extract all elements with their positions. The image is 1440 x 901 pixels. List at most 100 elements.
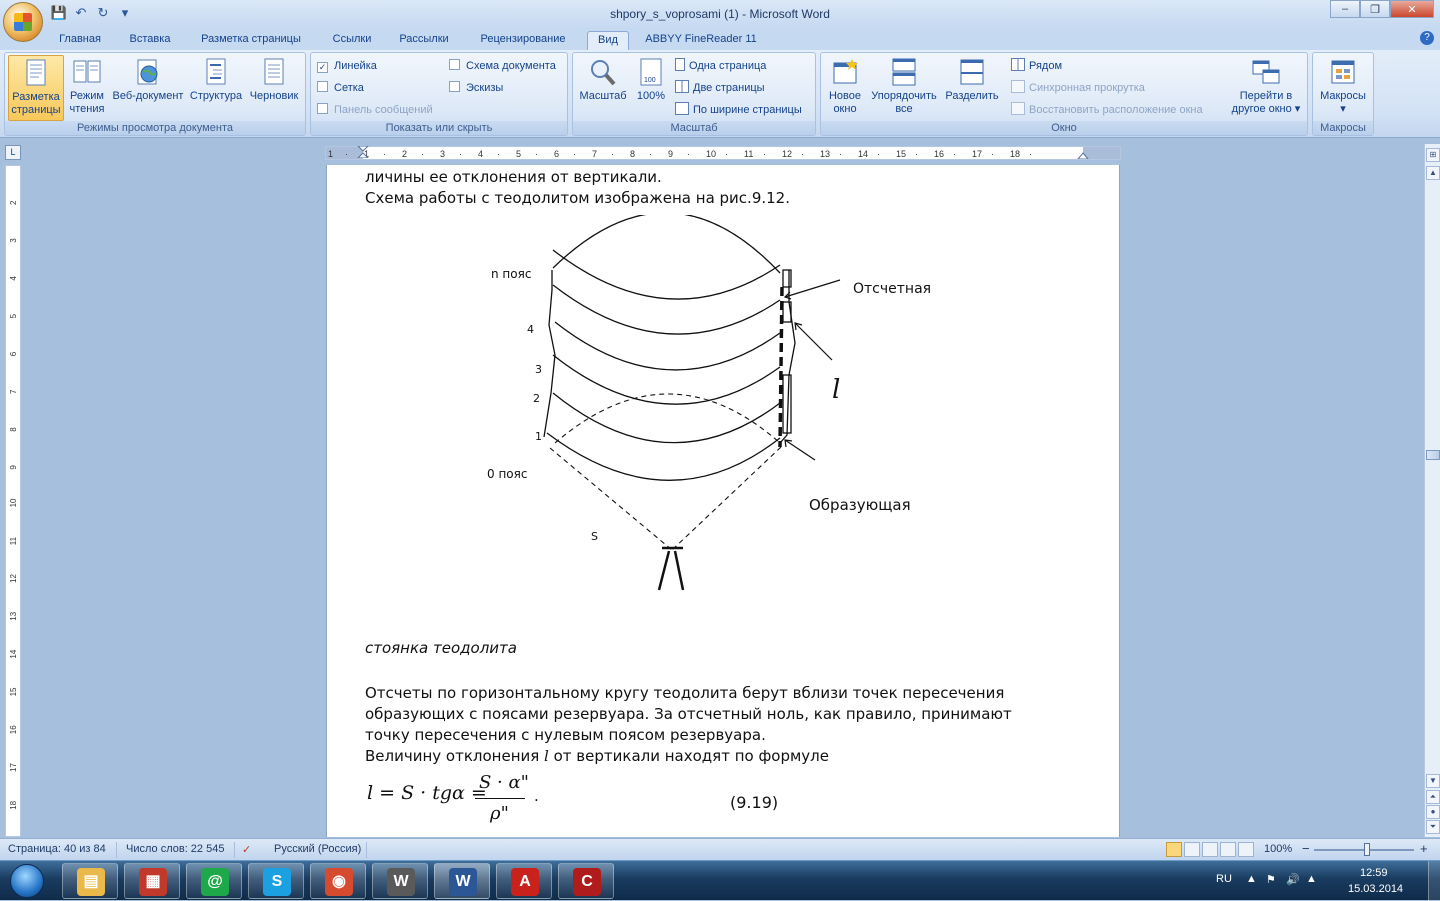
scroll-up-icon[interactable]: ▲ (1426, 166, 1440, 180)
show-desktop-button[interactable] (1428, 861, 1440, 901)
restore-button[interactable]: ❐ (1360, 0, 1390, 18)
ruler-number: · (421, 149, 424, 159)
theodolite-diagram (543, 215, 841, 591)
outline-button[interactable]: Структура (189, 55, 243, 121)
tab-view[interactable]: Вид (587, 31, 629, 50)
new-window-button[interactable]: Новое окно (824, 55, 866, 121)
two-pages-button[interactable]: Две страницы (675, 79, 765, 97)
ruler-number: 9 (668, 149, 673, 159)
previous-page-icon[interactable]: ⏶ (1426, 790, 1440, 804)
taskbar-word-button[interactable]: W (434, 863, 490, 899)
taskbar-acrobat-button[interactable]: A (496, 863, 552, 899)
switch-window-button[interactable]: Перейти в другое окно ▾ (1226, 55, 1306, 121)
skype-icon: S (263, 868, 291, 896)
web-view-icon[interactable] (1202, 842, 1218, 857)
zoom-slider-thumb[interactable] (1364, 843, 1370, 856)
zoom-100-icon: 100 (640, 58, 662, 86)
minimize-button[interactable]: – (1330, 0, 1360, 18)
tab-mailings[interactable]: Рассылки (392, 31, 456, 50)
start-button[interactable] (2, 862, 54, 900)
tab-insert[interactable]: Вставка (122, 31, 178, 50)
zoom-in-icon[interactable]: + (1420, 841, 1428, 856)
reading-mode-button[interactable]: Режим чтения (67, 55, 107, 121)
zoom-out-icon[interactable]: − (1302, 841, 1310, 856)
right-indent-marker-icon[interactable] (1076, 147, 1090, 159)
view-ruler-toggle-icon[interactable]: ⊞ (1426, 148, 1440, 162)
print-layout-view-icon[interactable] (1166, 842, 1182, 857)
draft-view-icon[interactable] (1238, 842, 1254, 857)
page-width-button[interactable]: По ширине страницы (675, 101, 802, 119)
horizontal-ruler[interactable]: 1 · 1 · 2 · 3 · 4 · 5 · 6 · 7 · 8 · 9 · 10 · 11 · 12 · 13 · 14 · 15 · 16… (325, 146, 1121, 160)
vertical-ruler-number: 6 (9, 351, 18, 356)
outline-view-icon[interactable] (1220, 842, 1236, 857)
split-button[interactable]: Разделить (942, 55, 1002, 121)
select-browse-object-icon[interactable]: ● (1426, 805, 1440, 819)
network-icon[interactable]: ▲ (1306, 873, 1317, 885)
sight-line-right (671, 446, 782, 551)
tab-page-layout[interactable]: Разметка страницы (192, 31, 310, 50)
status-word-count[interactable]: Число слов: 22 545 (126, 843, 224, 855)
taskbar-red-app-button[interactable]: C (558, 863, 614, 899)
macros-button[interactable]: Макросы ▾ (1316, 55, 1370, 121)
clock-date[interactable]: 15.03.2014 (1348, 883, 1403, 895)
taskbar-skype-button[interactable]: S (248, 863, 304, 899)
ruler-number: 14 (858, 149, 868, 159)
group-document-views: Разметка страницы Режим чтения Веб-докум… (4, 52, 306, 136)
status-page[interactable]: Страница: 40 из 84 (8, 843, 106, 855)
taskbar-explorer-button[interactable]: ▤ (62, 863, 118, 899)
arrange-all-button[interactable]: Упорядочить все (868, 55, 940, 121)
tab-abbyy[interactable]: ABBYY FineReader 11 (640, 31, 762, 50)
group-macros: Макросы ▾ Макросы (1312, 52, 1374, 136)
group-show-hide: ✓ Линейка Сетка Панель сообщений Схема до… (310, 52, 568, 136)
web-layout-label: Веб-документ (112, 90, 184, 102)
office-button[interactable] (3, 2, 43, 42)
show-hidden-icons-icon[interactable]: ▲ (1246, 873, 1257, 885)
next-page-icon[interactable]: ⏷ (1426, 820, 1440, 834)
clock-time[interactable]: 12:59 (1360, 867, 1388, 879)
volume-icon[interactable]: 🔊 (1286, 873, 1300, 886)
group-label-views: Режимы просмотра документа (5, 121, 305, 135)
vertical-ruler[interactable]: 2 3 4 5 6 7 8 9 10 11 12 13 14 15 16 17 18 (5, 165, 21, 837)
scroll-thumb[interactable] (1426, 450, 1440, 460)
reset-window-position-button: Восстановить расположение окна (1011, 101, 1203, 119)
status-language[interactable]: Русский (Россия) (274, 843, 361, 855)
ruler-checkbox[interactable]: ✓ Линейка (317, 57, 377, 75)
document-page[interactable]: личины ее отклонения от вертикали. Схема… (326, 165, 1120, 837)
zoom-button[interactable]: Масштаб (576, 55, 630, 121)
zoom-level[interactable]: 100% (1264, 843, 1292, 855)
ruler-number: · (459, 149, 462, 159)
vertical-ruler-number: 8 (9, 427, 18, 432)
one-page-button[interactable]: Одна страница (675, 57, 766, 75)
vertical-scrollbar[interactable]: ⊞ ▲ ▼ ⏶ ● ⏷ (1424, 144, 1440, 837)
tab-selector-button[interactable]: L (5, 145, 21, 160)
spelling-check-icon[interactable]: ✓ (242, 843, 251, 856)
new-window-icon (833, 59, 858, 84)
zoom-100-button[interactable]: 100 100% (633, 55, 669, 121)
language-indicator[interactable]: RU (1216, 873, 1232, 885)
close-button[interactable]: ✕ (1390, 0, 1434, 18)
action-center-icon[interactable]: ⚑ (1266, 873, 1276, 886)
web-layout-button[interactable]: Веб-документ (109, 55, 187, 121)
scroll-down-icon[interactable]: ▼ (1426, 774, 1440, 788)
chrome-icon: ◉ (325, 868, 353, 896)
belt-4-curve (552, 284, 781, 335)
reading-view-icon[interactable] (1184, 842, 1200, 857)
indent-marker-icon[interactable] (356, 146, 370, 158)
thumbnails-checkbox[interactable]: Эскизы (449, 79, 503, 97)
ruler-number: · (535, 149, 538, 159)
taskbar-world-of-tanks-button[interactable]: W (372, 863, 428, 899)
formula-numerator: S · α" (479, 772, 529, 793)
tab-review[interactable]: Рецензирование (470, 31, 576, 50)
draft-button[interactable]: Черновик (246, 55, 302, 121)
print-layout-button[interactable]: Разметка страницы (8, 55, 64, 121)
taskbar-chrome-button[interactable]: ◉ (310, 863, 366, 899)
document-map-checkbox[interactable]: Схема документа (449, 57, 556, 75)
taskbar-apps-button[interactable]: ▦ (124, 863, 180, 899)
grid-checkbox[interactable]: Сетка (317, 79, 364, 97)
checkbox-icon (449, 81, 460, 92)
side-by-side-button[interactable]: Рядом (1011, 57, 1062, 75)
tab-references[interactable]: Ссылки (324, 31, 380, 50)
tab-home[interactable]: Главная (52, 31, 108, 50)
taskbar-mail-agent-button[interactable]: @ (186, 863, 242, 899)
help-icon[interactable]: ? (1420, 31, 1434, 45)
